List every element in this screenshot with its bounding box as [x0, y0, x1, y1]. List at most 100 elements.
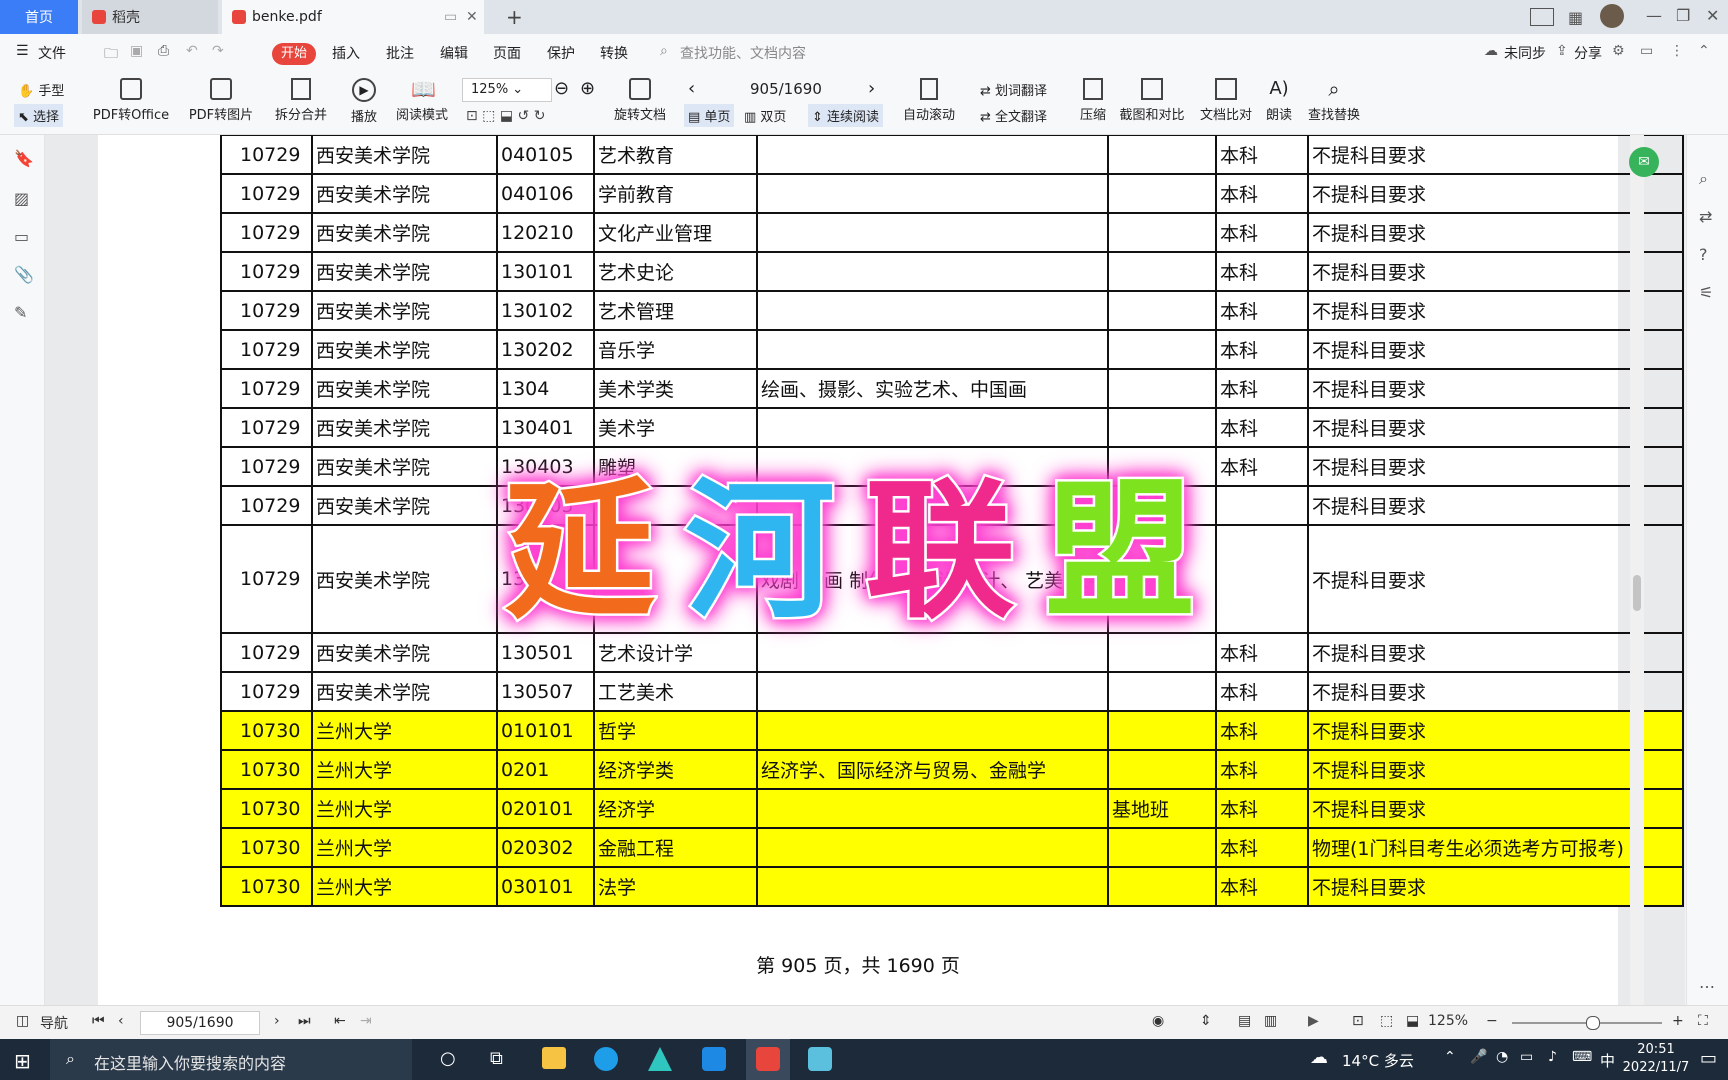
- select-tool[interactable]: ⬉ 选择: [14, 104, 64, 127]
- float-window-icon[interactable]: ▭: [444, 9, 457, 25]
- compress-button[interactable]: 压缩: [1076, 78, 1110, 123]
- scroll-thumb[interactable]: [1633, 575, 1641, 611]
- volume-icon[interactable]: ♪: [1548, 1049, 1557, 1065]
- menu-page[interactable]: 页面: [493, 43, 521, 63]
- tab-home[interactable]: 首页: [0, 0, 78, 34]
- menu-file[interactable]: 文件: [38, 43, 66, 63]
- apps-grid-icon[interactable]: ▦: [1568, 8, 1583, 27]
- continuous-status-icon[interactable]: ⇕: [1200, 1013, 1212, 1029]
- vertical-scrollbar[interactable]: [1630, 135, 1644, 1005]
- wps-taskbar-button[interactable]: [746, 1039, 790, 1080]
- more-icon[interactable]: ⋮: [1670, 43, 1684, 59]
- tray-chevron-icon[interactable]: ⌃: [1444, 1049, 1456, 1065]
- hamburger-icon[interactable]: ☰: [16, 43, 29, 59]
- tab-pdf[interactable]: benke.pdf ▭ ✕: [222, 0, 484, 34]
- single-page-button[interactable]: ▤ 单页: [684, 104, 735, 127]
- page-input[interactable]: 905/1690: [140, 1011, 260, 1035]
- image-icon[interactable]: ▨: [14, 189, 29, 208]
- status-zoom[interactable]: 125%: [1428, 1013, 1468, 1029]
- find-replace-button[interactable]: ⌕ 查找替换: [1306, 78, 1362, 123]
- save-icon[interactable]: ▣: [130, 43, 143, 59]
- clock-date[interactable]: 2022/11/7: [1616, 1060, 1696, 1075]
- share-button[interactable]: 分享: [1574, 43, 1602, 63]
- actual-size-icon[interactable]: ⊡: [1352, 1013, 1364, 1029]
- assistant-icon[interactable]: ✉: [1629, 147, 1659, 177]
- notification-icon[interactable]: ▭: [1700, 1048, 1717, 1069]
- fullscreen-icon[interactable]: ⛶: [1698, 1013, 1708, 1029]
- restore-icon[interactable]: ❐: [1676, 6, 1690, 25]
- comment-icon[interactable]: ▭: [1640, 43, 1653, 59]
- word-translate-button[interactable]: ⇄ 划词翻译: [980, 80, 1047, 99]
- tab-daoke[interactable]: 稻壳: [82, 0, 218, 34]
- clock-time[interactable]: 20:51: [1616, 1042, 1696, 1057]
- feishu-icon[interactable]: [702, 1047, 726, 1071]
- close-tab-icon[interactable]: ✕: [466, 9, 478, 25]
- bookmark-icon[interactable]: 🔖: [14, 149, 34, 168]
- play-status-icon[interactable]: ▶: [1308, 1013, 1319, 1029]
- app-triangle-icon[interactable]: [648, 1047, 672, 1071]
- zoom-slider-handle[interactable]: [1586, 1016, 1600, 1030]
- comment-panel-icon[interactable]: ▭: [14, 227, 29, 246]
- fit-actual-icon[interactable]: ⊡ ⬚ ⬓ ↺ ↻: [466, 108, 545, 124]
- menu-annotate[interactable]: 批注: [386, 43, 414, 63]
- read-aloud-button[interactable]: A) 朗读: [1264, 78, 1294, 123]
- task-view-icon[interactable]: ⧉: [490, 1048, 503, 1069]
- minimize-icon[interactable]: —: [1646, 6, 1662, 25]
- print-icon[interactable]: ⎙: [158, 43, 169, 59]
- auto-scroll-button[interactable]: 自动滚动: [898, 78, 960, 123]
- settings-icon[interactable]: ⚙: [1612, 43, 1625, 59]
- edge-icon[interactable]: [594, 1047, 618, 1071]
- translate-panel-icon[interactable]: ⇄: [1699, 207, 1712, 226]
- back-icon[interactable]: ⇤: [334, 1013, 346, 1029]
- redo-icon[interactable]: ↷: [212, 43, 224, 59]
- status-zoom-out-icon[interactable]: −: [1486, 1013, 1498, 1029]
- read-mode-button[interactable]: 📖 阅读模式: [394, 78, 450, 123]
- weather-text[interactable]: 14°C 多云: [1342, 1050, 1414, 1071]
- collapse-ribbon-icon[interactable]: ⌃: [1698, 43, 1710, 59]
- network-icon[interactable]: ◔: [1496, 1049, 1508, 1065]
- cortana-icon[interactable]: ○: [440, 1048, 456, 1069]
- close-window-icon[interactable]: ✕: [1706, 6, 1719, 25]
- continuous-read-button[interactable]: ⇕ 连续阅读: [808, 104, 884, 127]
- windows-start-icon[interactable]: ⊞: [14, 1049, 31, 1073]
- split-merge-button[interactable]: 拆分合并: [268, 78, 334, 123]
- undo-icon[interactable]: ↶: [186, 43, 198, 59]
- forward-icon[interactable]: ⇥: [360, 1013, 372, 1029]
- zoom-search-icon[interactable]: ⌕: [1699, 169, 1708, 189]
- menu-insert[interactable]: 插入: [332, 43, 360, 63]
- hand-tool[interactable]: ✋ 手型: [18, 80, 64, 99]
- single-status-icon[interactable]: ▤: [1238, 1013, 1251, 1029]
- double-status-icon[interactable]: ▥: [1264, 1013, 1277, 1029]
- eye-care-icon[interactable]: ◉: [1152, 1013, 1164, 1029]
- menu-edit[interactable]: 编辑: [440, 43, 468, 63]
- help-icon[interactable]: ?: [1699, 245, 1708, 264]
- prev-page-icon[interactable]: ‹: [688, 78, 695, 99]
- zoom-in-icon[interactable]: ⊕: [580, 78, 595, 99]
- open-folder-icon[interactable]: 🗀: [104, 43, 118, 67]
- next-page-status-icon[interactable]: ›: [274, 1013, 280, 1029]
- adjust-icon[interactable]: ⚟: [1699, 283, 1713, 302]
- keyboard-icon[interactable]: ⌨: [1572, 1049, 1592, 1065]
- doc-compare-button[interactable]: 文档比对: [1198, 78, 1254, 123]
- pdf-to-image-button[interactable]: PDF转图片: [186, 78, 256, 123]
- app-character-icon[interactable]: [808, 1047, 832, 1071]
- more-panel-icon[interactable]: …: [1699, 973, 1715, 992]
- pdf-to-office-button[interactable]: PDF转Office: [86, 78, 176, 123]
- menu-convert[interactable]: 转换: [600, 43, 628, 63]
- taskbar-search[interactable]: ⌕ 在这里输入你要搜索的内容: [50, 1039, 412, 1080]
- last-page-icon[interactable]: ⏭: [298, 1013, 311, 1029]
- attachment-icon[interactable]: 📎: [14, 265, 34, 284]
- file-explorer-icon[interactable]: [542, 1047, 566, 1069]
- prev-page-status-icon[interactable]: ‹: [118, 1013, 124, 1029]
- sync-status[interactable]: 未同步: [1504, 43, 1546, 63]
- zoom-select[interactable]: 125% ⌄: [462, 78, 552, 102]
- page-indicator[interactable]: 905/1690: [750, 80, 822, 98]
- status-zoom-in-icon[interactable]: +: [1672, 1013, 1684, 1029]
- menu-start[interactable]: 开始: [272, 43, 316, 65]
- ime-indicator[interactable]: 中: [1600, 1050, 1615, 1071]
- zoom-out-icon[interactable]: ⊖: [554, 78, 569, 99]
- next-page-icon[interactable]: ›: [868, 78, 875, 99]
- feature-search-input[interactable]: 查找功能、文档内容: [680, 43, 806, 63]
- nav-icon[interactable]: ◫: [16, 1013, 29, 1029]
- avatar[interactable]: [1600, 4, 1624, 28]
